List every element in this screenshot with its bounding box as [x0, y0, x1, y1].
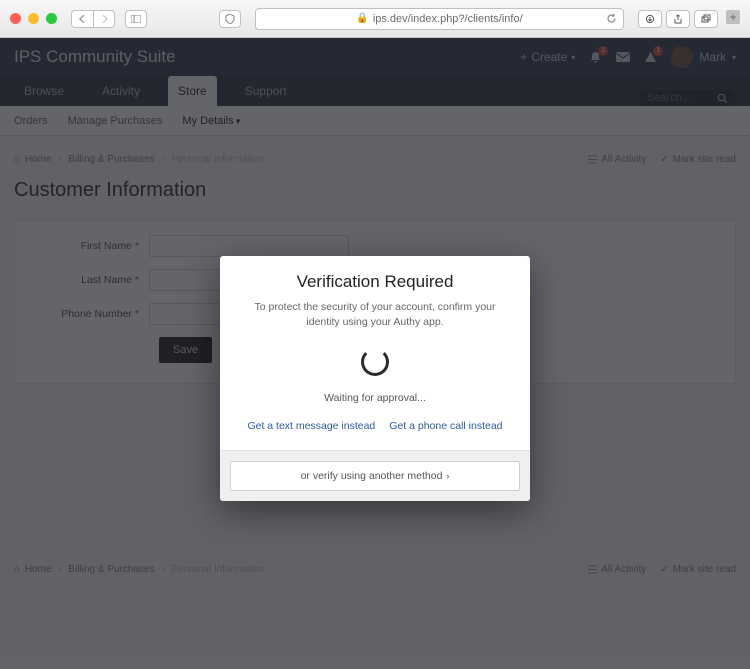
new-tab-button[interactable]: +	[726, 10, 740, 24]
address-bar[interactable]: 🔒 ips.dev/index.php?/clients/info/	[255, 8, 624, 30]
toolbar-right: +	[638, 10, 740, 28]
loading-spinner-icon	[361, 348, 389, 376]
browser-chrome: 🔒 ips.dev/index.php?/clients/info/ +	[0, 0, 750, 38]
lock-icon: 🔒	[356, 13, 368, 24]
forward-button[interactable]	[93, 10, 115, 28]
alt-method-button[interactable]: or verify using another method ›	[230, 461, 520, 491]
privacy-report-button[interactable]	[219, 10, 241, 28]
window-controls	[10, 13, 57, 24]
back-button[interactable]	[71, 10, 93, 28]
tabs-button[interactable]	[694, 10, 718, 28]
reload-icon[interactable]	[606, 13, 617, 24]
chevron-right-icon: ›	[446, 471, 449, 481]
minimize-window-icon[interactable]	[28, 13, 39, 24]
modal-status: Waiting for approval...	[240, 392, 510, 404]
share-button[interactable]	[666, 10, 690, 28]
close-window-icon[interactable]	[10, 13, 21, 24]
verification-modal: Verification Required To protect the sec…	[220, 256, 530, 501]
text-message-link[interactable]: Get a text message instead	[247, 420, 375, 432]
modal-description: To protect the security of your account,…	[240, 300, 510, 330]
sidebar-toggle-button[interactable]	[125, 10, 147, 28]
phone-call-link[interactable]: Get a phone call instead	[389, 420, 502, 432]
modal-title: Verification Required	[240, 272, 510, 292]
url-text: ips.dev/index.php?/clients/info/	[373, 13, 523, 25]
maximize-window-icon[interactable]	[46, 13, 57, 24]
nav-back-forward	[71, 10, 115, 28]
downloads-button[interactable]	[638, 10, 662, 28]
app-viewport: IPS Community Suite + Create ▾ 1 1 Mark	[0, 38, 750, 669]
